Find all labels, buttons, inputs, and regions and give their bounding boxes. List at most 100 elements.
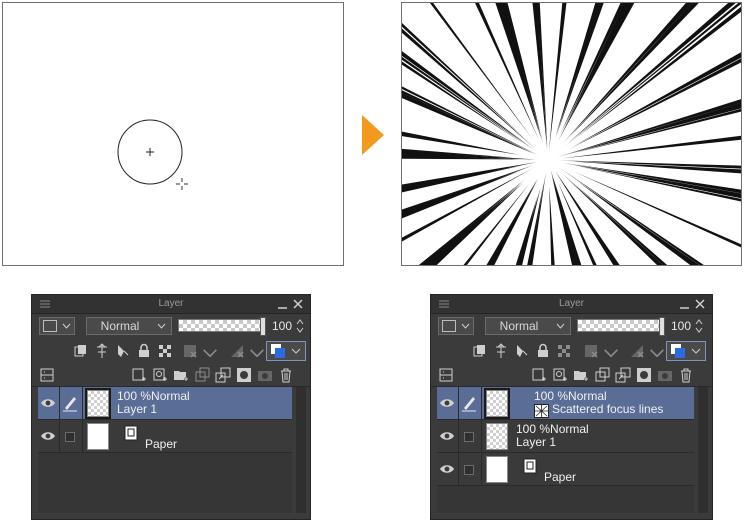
layer-property-icon[interactable] (438, 367, 454, 383)
reference-layer-icon[interactable] (94, 343, 110, 359)
mask-enable-icon[interactable] (182, 343, 198, 359)
merge-with-layer-below-icon[interactable] (215, 367, 231, 383)
clip-to-layer-icon[interactable] (472, 343, 488, 359)
arrow-right-icon (362, 115, 384, 155)
apply-mask-icon[interactable] (257, 367, 273, 383)
eye-icon[interactable] (439, 462, 455, 476)
new-raster-layer-icon[interactable] (131, 367, 147, 383)
clip-to-layer-icon[interactable] (73, 343, 89, 359)
layer-actions-toolbar (32, 364, 310, 387)
spin-arrows-icon[interactable] (296, 317, 304, 335)
canvas-after[interactable] (401, 2, 742, 266)
layer-color-toggle[interactable] (666, 341, 706, 361)
lock-icon[interactable] (535, 343, 551, 359)
layer-color-swatch (43, 320, 57, 332)
column-divider (59, 420, 60, 452)
chevron-down-icon[interactable] (603, 345, 618, 361)
canvas-drawing-before (117, 119, 188, 190)
chevron-down-icon[interactable] (649, 345, 664, 361)
ruler-enable-icon[interactable] (229, 343, 245, 359)
opacity-slider[interactable] (178, 317, 266, 336)
layer-name: Layer 1 (117, 402, 158, 416)
chevron-down-icon[interactable] (202, 345, 217, 361)
blend-mode-select[interactable]: Normal (86, 317, 172, 335)
layer-select-checkbox[interactable] (464, 465, 474, 475)
new-raster-layer-icon[interactable] (531, 367, 547, 383)
layer-color-toggle[interactable] (266, 341, 306, 361)
close-icon[interactable] (292, 298, 304, 310)
layer-color-button[interactable] (438, 317, 474, 335)
column-divider (458, 387, 459, 419)
opacity-value[interactable]: 100 (671, 319, 691, 333)
pencil-icon[interactable] (62, 394, 78, 412)
lock-toolbar (32, 339, 310, 363)
new-folder-icon[interactable] (573, 367, 589, 383)
chevron-down-icon (62, 323, 71, 329)
delete-layer-icon[interactable] (678, 367, 694, 383)
canvas-before[interactable] (2, 2, 344, 266)
layer-name: Paper (544, 470, 577, 484)
delete-layer-icon[interactable] (278, 367, 294, 383)
opacity-slider-knob[interactable] (659, 317, 665, 336)
lock-icon[interactable] (136, 343, 152, 359)
create-layer-mask-icon[interactable] (636, 367, 652, 383)
blend-mode-select[interactable]: Normal (485, 317, 571, 335)
eye-icon[interactable] (40, 396, 56, 410)
pencil-icon[interactable] (461, 394, 477, 412)
new-vector-layer-icon[interactable] (152, 367, 168, 383)
layer-row[interactable]: 100 %Normal Layer 1 (38, 387, 292, 420)
layer-property-icon[interactable] (39, 367, 55, 383)
opacity-slider[interactable] (577, 317, 665, 336)
layer-list: 100 %Normal Layer 1 Paper (38, 387, 292, 513)
blend-row: Normal 100 (431, 314, 712, 338)
cursor-crosshair-icon (176, 178, 188, 190)
transfer-to-lower-layer-icon[interactable] (594, 367, 610, 383)
opacity-slider-knob[interactable] (260, 317, 266, 336)
layer-row[interactable]: Paper (38, 420, 292, 453)
lock-transparent-icon[interactable] (556, 343, 572, 359)
eye-icon[interactable] (40, 429, 56, 443)
layer-color-swatch (442, 320, 456, 332)
layer-info: 100 %Normal Scattered focus lines (534, 390, 663, 416)
layer-actions-toolbar (431, 364, 712, 387)
layer-select-checkbox[interactable] (65, 432, 75, 442)
layer-row[interactable]: Paper (437, 453, 694, 486)
layer-row[interactable]: 100 %Normal Scattered focus lines (437, 387, 694, 420)
focus-line (559, 160, 741, 169)
opacity-value[interactable]: 100 (272, 319, 292, 333)
focus-line (402, 51, 535, 151)
layer-list-scrollbar[interactable] (698, 387, 708, 513)
ruler-enable-icon[interactable] (629, 343, 645, 359)
layer-color-button[interactable] (39, 317, 75, 335)
eye-icon[interactable] (439, 429, 455, 443)
layer-info: 100 %Normal Layer 1 (117, 390, 190, 416)
close-icon[interactable] (694, 298, 706, 310)
transfer-to-lower-layer-icon[interactable] (194, 367, 210, 383)
reference-layer-icon[interactable] (493, 343, 509, 359)
chevron-down-icon[interactable] (249, 345, 264, 361)
focus-line (429, 3, 533, 139)
lock-transparent-icon[interactable] (157, 343, 173, 359)
create-layer-mask-icon[interactable] (236, 367, 252, 383)
panel-titlebar: Layer (431, 295, 712, 314)
minimize-icon[interactable] (679, 298, 690, 310)
chevron-down-icon (556, 323, 565, 329)
eye-icon[interactable] (439, 396, 455, 410)
layer-select-checkbox[interactable] (464, 432, 474, 442)
column-divider (481, 420, 482, 452)
new-vector-layer-icon[interactable] (552, 367, 568, 383)
spin-arrows-icon[interactable] (695, 317, 703, 335)
paper-icon (523, 458, 537, 474)
blend-row: Normal 100 (32, 314, 310, 338)
layer-row[interactable]: 100 %Normal Layer 1 (437, 420, 694, 453)
layer-list-scrollbar[interactable] (296, 387, 306, 513)
merge-with-layer-below-icon[interactable] (615, 367, 631, 383)
minimize-icon[interactable] (277, 298, 288, 310)
new-folder-icon[interactable] (173, 367, 189, 383)
apply-mask-icon[interactable] (657, 367, 673, 383)
mask-enable-icon[interactable] (583, 343, 599, 359)
draft-layer-icon[interactable] (514, 343, 530, 359)
lock-toolbar (431, 339, 712, 363)
draft-layer-icon[interactable] (115, 343, 131, 359)
focus-line (549, 186, 555, 265)
